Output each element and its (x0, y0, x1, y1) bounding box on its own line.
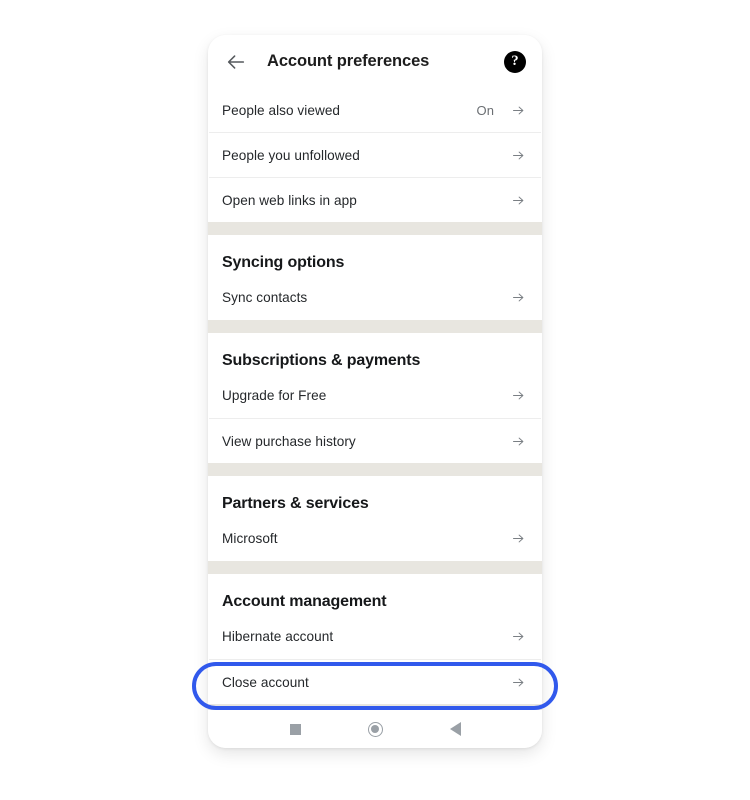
list-item[interactable]: View purchase history (208, 419, 542, 463)
list-item[interactable]: Microsoft (208, 515, 542, 561)
arrow-right-icon (510, 192, 526, 208)
section-separator (208, 222, 542, 235)
list-item-label: People also viewed (222, 102, 341, 118)
section-partners: Partners & services Microsoft (208, 476, 542, 561)
settings-list[interactable]: People also viewed On People you unfollo… (208, 88, 542, 710)
arrow-right-icon (510, 530, 526, 546)
list-item[interactable]: People you unfollowed (208, 133, 542, 177)
list-item-value: On (476, 102, 494, 118)
arrow-right-icon (510, 289, 526, 305)
phone-frame: Account preferences ? People also viewed… (208, 35, 542, 748)
back-button[interactable] (222, 48, 250, 76)
list-item-label: Sync contacts (222, 289, 308, 305)
list-item[interactable]: Upgrade for Free (208, 372, 542, 418)
list-item-label: Microsoft (222, 530, 278, 546)
section-general: People also viewed On People you unfollo… (208, 88, 542, 222)
section-heading: Partners & services (222, 495, 369, 512)
section-heading: Syncing options (222, 254, 345, 271)
list-item[interactable]: Open web links in app (208, 178, 542, 222)
list-item-label: View purchase history (222, 433, 356, 449)
list-item-label: Hibernate account (222, 628, 334, 644)
arrow-right-icon (510, 674, 526, 690)
android-nav-bar (208, 710, 542, 748)
section-heading: Subscriptions & payments (222, 352, 421, 369)
section-account-management: Account management Hibernate account Clo… (208, 574, 542, 704)
circle-home-icon[interactable] (367, 721, 383, 737)
section-separator (208, 463, 542, 476)
arrow-right-icon (510, 102, 526, 118)
list-item-label: People you unfollowed (222, 147, 360, 163)
list-item[interactable]: Sync contacts (208, 274, 542, 320)
list-item-label: Open web links in app (222, 192, 357, 208)
section-separator (208, 561, 542, 574)
list-item[interactable]: People also viewed On (208, 88, 542, 132)
arrow-right-icon (510, 433, 526, 449)
help-circle-icon[interactable]: ? (504, 50, 526, 73)
app-bar: Account preferences ? (208, 35, 542, 88)
list-item-label: Close account (222, 674, 309, 690)
section-syncing: Syncing options Sync contacts (208, 235, 542, 320)
section-heading: Account management (222, 593, 387, 610)
arrow-right-icon (510, 387, 526, 403)
arrow-right-icon (510, 147, 526, 163)
list-item-close-account[interactable]: Close account (208, 660, 542, 704)
screenshot-canvas: Account preferences ? People also viewed… (0, 0, 750, 800)
triangle-back-icon[interactable] (449, 722, 461, 736)
square-recents-icon[interactable] (289, 723, 301, 735)
list-item[interactable]: Hibernate account (208, 613, 542, 659)
section-separator (208, 320, 542, 333)
list-item-label: Upgrade for Free (222, 387, 327, 403)
page-title: Account preferences (267, 52, 430, 70)
arrow-right-icon (510, 628, 526, 644)
section-subscriptions: Subscriptions & payments Upgrade for Fre… (208, 333, 542, 463)
arrow-left-icon (227, 54, 245, 69)
